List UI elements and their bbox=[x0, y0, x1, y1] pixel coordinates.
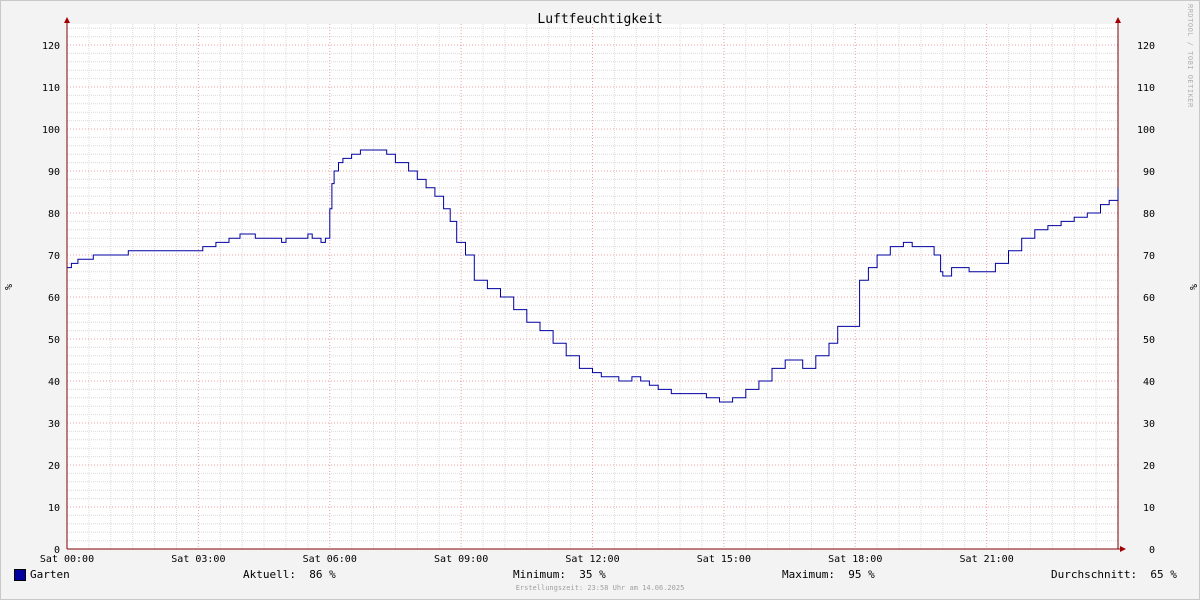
y-tick-label-right: 90 bbox=[1143, 167, 1155, 178]
x-axis-arrow bbox=[1120, 546, 1126, 552]
x-tick-label: Sat 00:00 bbox=[40, 554, 94, 565]
y-tick-label-right: 110 bbox=[1137, 83, 1155, 94]
chart-title: Luftfeuchtigkeit bbox=[537, 12, 662, 27]
x-tick-label: Sat 12:00 bbox=[565, 554, 619, 565]
legend-minimum: Minimum: 35 % bbox=[513, 568, 606, 581]
y-tick-label-right: 10 bbox=[1143, 503, 1155, 514]
x-tick-label: Sat 06:00 bbox=[303, 554, 357, 565]
y-tick-label-left: 110 bbox=[42, 83, 60, 94]
creation-timestamp: Erstellungszeit: 23:58 Uhr am 14.06.2025 bbox=[515, 584, 685, 592]
watermark: RRDTOOL / TOBI OETIKER bbox=[1186, 4, 1194, 108]
y-tick-label-left: 50 bbox=[48, 335, 60, 346]
x-axis-ticks: Sat 00:00 Sat 03:00 Sat 06:00 Sat 09:00 Sat … bbox=[40, 554, 1014, 565]
y-axis-left-arrow bbox=[64, 17, 70, 23]
y-axis-right-arrow bbox=[1115, 17, 1121, 23]
y-tick-label-left: 60 bbox=[48, 293, 60, 304]
y-tick-label-left: 20 bbox=[48, 461, 60, 472]
y-tick-label-right: 0 bbox=[1149, 545, 1155, 556]
y-tick-label-left: 10 bbox=[48, 503, 60, 514]
y-tick-label-right: 120 bbox=[1137, 41, 1155, 52]
y-tick-label-left: 120 bbox=[42, 41, 60, 52]
y-tick-label-right: 20 bbox=[1143, 461, 1155, 472]
y-tick-label-left: 30 bbox=[48, 419, 60, 430]
legend-average: Durchschnitt: 65 % bbox=[1051, 568, 1177, 581]
x-tick-label: Sat 18:00 bbox=[828, 554, 882, 565]
legend-maximum: Maximum: 95 % bbox=[782, 568, 875, 581]
legend-color-swatch bbox=[14, 569, 26, 581]
y-tick-label-right: 70 bbox=[1143, 251, 1155, 262]
y-axis-label-left: % bbox=[4, 284, 15, 290]
y-tick-label-right: 80 bbox=[1143, 209, 1155, 220]
legend-series-label: Garten bbox=[30, 568, 70, 581]
legend: Garten Aktuell: 86 % Minimum: 35 % Maxim… bbox=[0, 566, 1200, 586]
x-tick-label: Sat 21:00 bbox=[960, 554, 1014, 565]
y-tick-label-left: 70 bbox=[48, 251, 60, 262]
y-tick-label-right: 30 bbox=[1143, 419, 1155, 430]
y-tick-label-right: 40 bbox=[1143, 377, 1155, 388]
y-tick-label-left: 90 bbox=[48, 167, 60, 178]
y-axis-label-right: % bbox=[1187, 284, 1198, 290]
x-tick-label: Sat 09:00 bbox=[434, 554, 488, 565]
y-axis-left-ticks: 0102030405060708090100110120 bbox=[42, 41, 60, 556]
y-tick-label-left: 80 bbox=[48, 209, 60, 220]
y-tick-label-right: 50 bbox=[1143, 335, 1155, 346]
legend-current: Aktuell: 86 % bbox=[243, 568, 336, 581]
humidity-chart: 0 10 20 30 40 50 60 70 80 90 100 110 120 0 10 20 30 40 50… bbox=[4, 12, 1198, 565]
y-tick-label-right: 60 bbox=[1143, 293, 1155, 304]
x-tick-label: Sat 15:00 bbox=[697, 554, 751, 565]
y-tick-label-left: 100 bbox=[42, 125, 60, 136]
y-axis-right-ticks: 0 10 20 30 40 50 60 70 80 90 100 110 120 bbox=[1137, 41, 1155, 556]
y-tick-label-left: 40 bbox=[48, 377, 60, 388]
y-tick-label-right: 100 bbox=[1137, 125, 1155, 136]
x-tick-label: Sat 03:00 bbox=[171, 554, 225, 565]
